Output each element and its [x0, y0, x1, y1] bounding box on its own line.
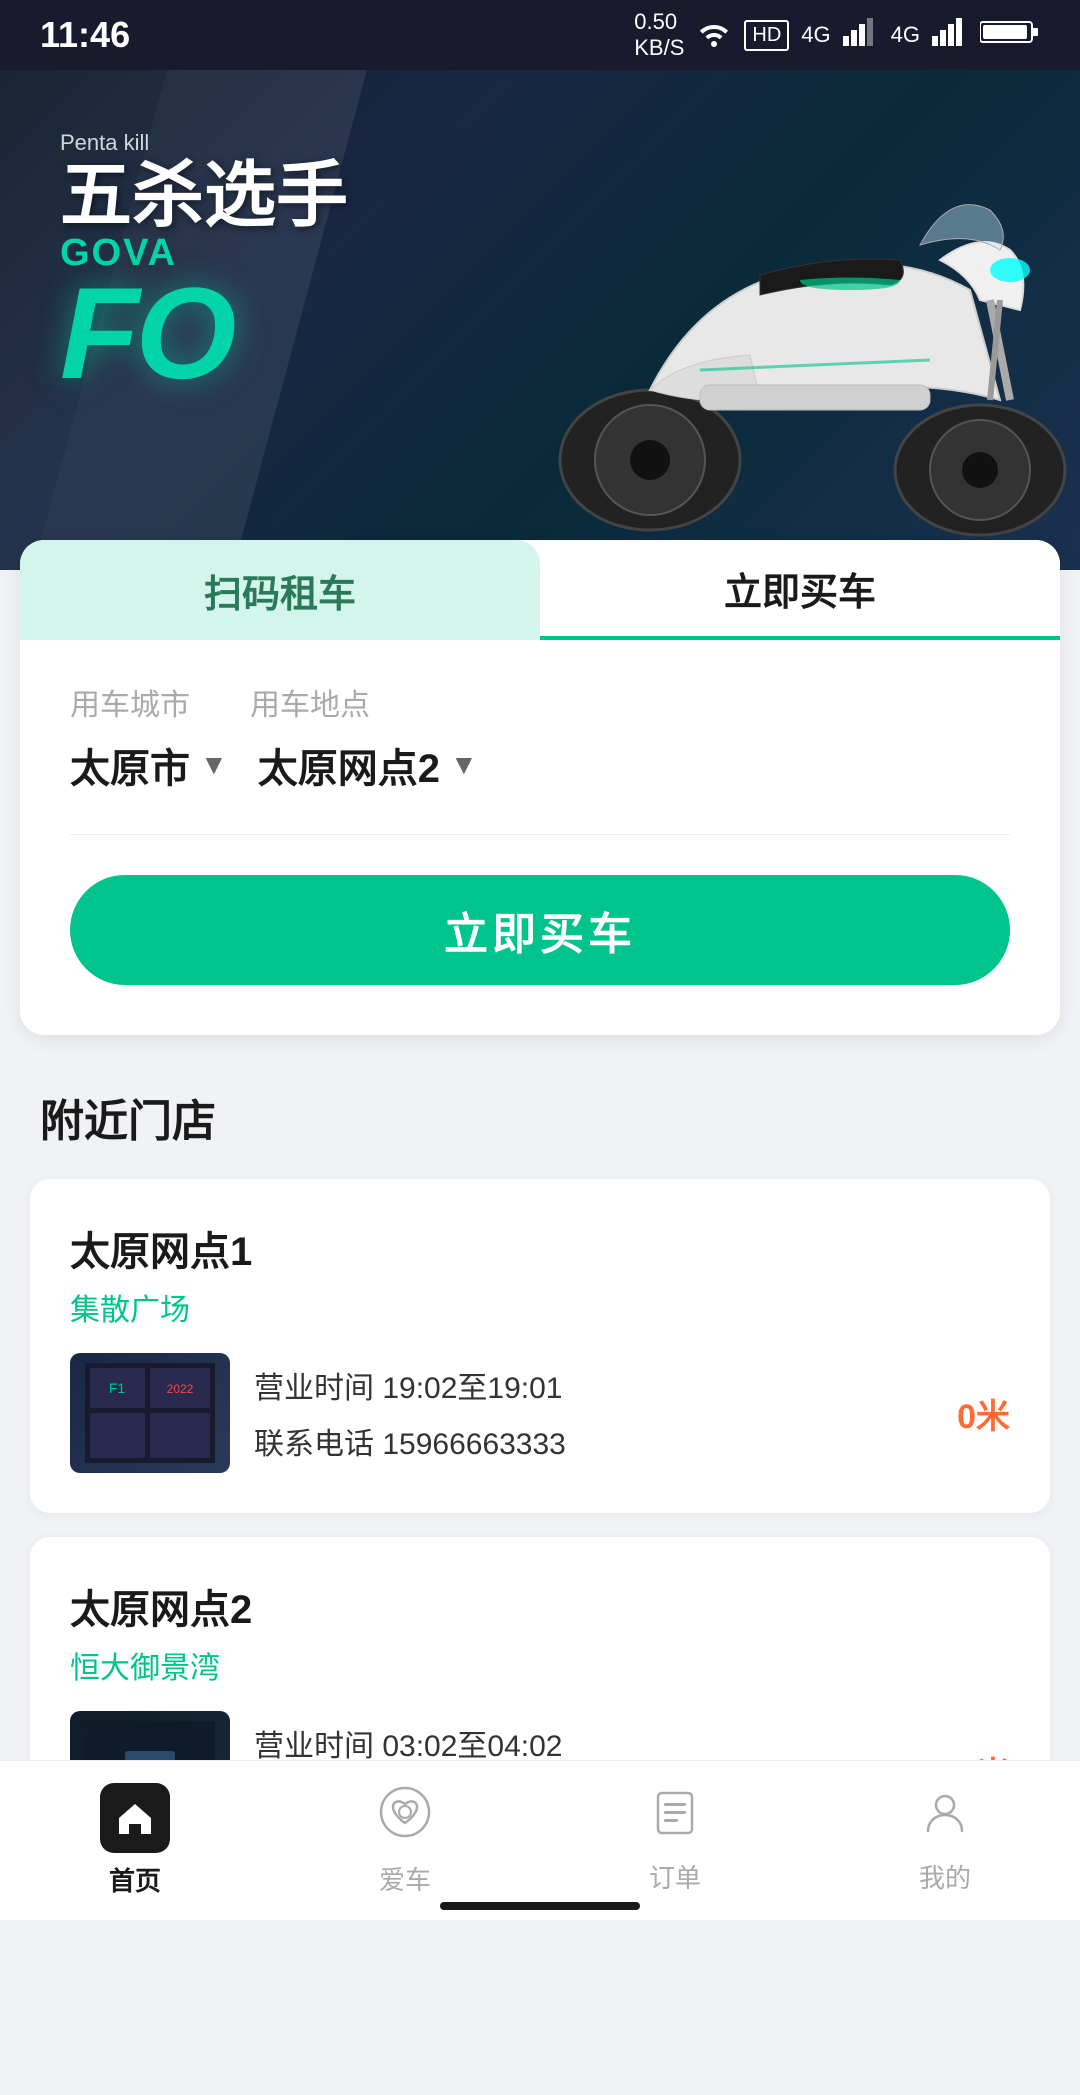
signal-bars-2-icon [932, 18, 968, 52]
wifi-icon [696, 17, 732, 53]
store-1-thumbnail: F1 2022 [70, 1353, 230, 1473]
store-1-image: F1 2022 [70, 1353, 230, 1473]
nav-item-orders[interactable]: 订单 [585, 1787, 765, 1895]
store-1-address: 集散广场 [70, 1285, 1010, 1329]
location-value: 太原网点2 [258, 736, 440, 794]
svg-text:2022: 2022 [167, 1382, 194, 1396]
city-arrow-icon: ▼ [200, 749, 228, 781]
city-select[interactable]: 太原市 ▼ [70, 736, 228, 794]
signal-4g-2-icon: 4G [891, 22, 920, 48]
store-1-hours: 营业时间 19:02至19:01 [254, 1363, 933, 1407]
store-2-address: 恒大御景湾 [70, 1643, 1010, 1687]
buy-button[interactable]: 立即买车 [70, 875, 1010, 985]
hd-icon: HD [744, 20, 789, 51]
nav-item-home[interactable]: 首页 [45, 1783, 225, 1898]
main-card: 扫码租车 立即买车 用车城市 用车地点 太原市 ▼ 太原网点2 ▼ 立即买车 [20, 540, 1060, 1035]
store-1-distance: 0米 [957, 1389, 1010, 1438]
nav-item-mycar[interactable]: 爱车 [315, 1785, 495, 1897]
nav-label-mycar: 爱车 [379, 1860, 431, 1897]
orders-icon [650, 1787, 700, 1850]
status-icons: 0.50KB/S HD 4G 4G [634, 9, 1040, 61]
bottom-nav: 首页 爱车 订单 [0, 1760, 1080, 1920]
store-2-hours: 营业时间 03:02至04:02 [254, 1721, 933, 1765]
location-select[interactable]: 太原网点2 ▼ [258, 736, 478, 794]
tabs-container: 扫码租车 立即买车 [20, 540, 1060, 640]
divider [70, 834, 1010, 835]
signal-4g-icon: 4G [801, 22, 830, 48]
nav-label-orders: 订单 [649, 1858, 701, 1895]
store-2-name: 太原网点2 [70, 1577, 1010, 1635]
store-1-phone: 联系电话 15966663333 [254, 1419, 933, 1463]
store-1-info-row: F1 2022 营业时间 19:02至19:01 联系电话 1596666333… [70, 1353, 1010, 1473]
hero-title-en: FO [60, 275, 348, 392]
status-bar: 11:46 0.50KB/S HD 4G 4G [0, 0, 1080, 70]
bottom-indicator [440, 1902, 640, 1910]
speed-indicator: 0.50KB/S [634, 9, 684, 61]
form-area: 用车城市 用车地点 太原市 ▼ 太原网点2 ▼ 立即买车 [20, 640, 1060, 1035]
location-arrow-icon: ▼ [450, 749, 478, 781]
store-1-details: 营业时间 19:02至19:01 联系电话 15966663333 [254, 1363, 933, 1463]
hero-title-zh: 五杀选手 [60, 160, 348, 232]
signal-bars-icon [843, 18, 879, 52]
city-label: 用车城市 [70, 680, 190, 724]
store-1-name: 太原网点1 [70, 1219, 1010, 1277]
hero-scooter-image [500, 90, 1080, 550]
home-icon [100, 1783, 170, 1853]
tab-buy[interactable]: 立即买车 [540, 540, 1060, 640]
mine-icon [920, 1787, 970, 1850]
form-labels: 用车城市 用车地点 [70, 680, 1010, 724]
location-label: 用车地点 [250, 680, 370, 724]
hero-banner: Penta kill 五杀选手 GOVA FO [0, 70, 1080, 570]
nav-item-mine[interactable]: 我的 [855, 1787, 1035, 1895]
nav-label-mine: 我的 [919, 1858, 971, 1895]
battery-icon [980, 18, 1040, 52]
nearby-title: 附近门店 [30, 1085, 1050, 1149]
store-card-1[interactable]: 太原网点1 集散广场 F1 2022 营 [30, 1179, 1050, 1513]
form-selects: 太原市 ▼ 太原网点2 ▼ [70, 736, 1010, 794]
nav-label-home: 首页 [109, 1861, 161, 1898]
status-time: 11:46 [40, 14, 130, 56]
city-value: 太原市 [70, 736, 190, 794]
mycar-icon [378, 1785, 432, 1852]
svg-text:F1: F1 [109, 1380, 126, 1396]
tab-scan[interactable]: 扫码租车 [20, 540, 540, 640]
hero-brand: Penta kill [60, 130, 348, 156]
